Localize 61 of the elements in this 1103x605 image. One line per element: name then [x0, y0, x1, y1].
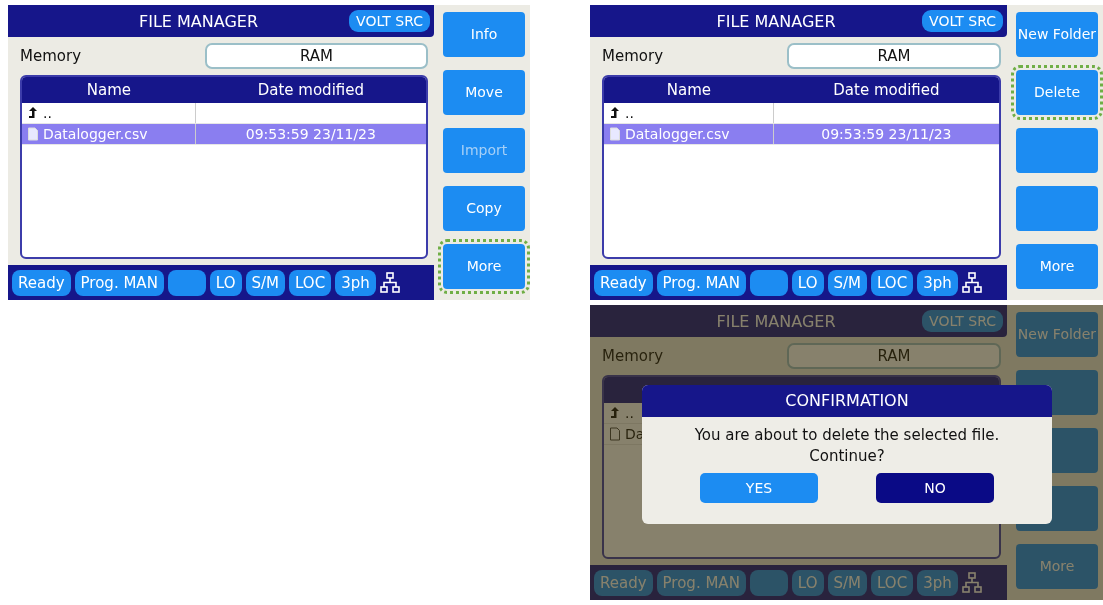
mode-badge: VOLT SRC [922, 10, 1003, 32]
file-icon [27, 127, 39, 141]
up-arrow-icon [609, 406, 621, 420]
column-header: Name [85, 80, 132, 101]
softkey-button[interactable]: Delete [1011, 65, 1103, 120]
memory-field[interactable]: RAM [787, 43, 1001, 69]
memory-label: Memory [602, 47, 664, 65]
network-icon [961, 571, 982, 594]
softkey-button[interactable]: More [438, 239, 530, 294]
status-indicator: LOC [871, 269, 914, 296]
dialog-message: You are about to delete the selected file. Continue? [694, 425, 1000, 467]
column-header: Date modified [256, 80, 365, 101]
file-name: Datalogger.csv [43, 126, 148, 142]
file-name: Datalogger.csv [625, 126, 730, 142]
column-header: Date modified [832, 80, 941, 101]
file-name: .. [625, 105, 634, 121]
memory-field[interactable]: RAM [205, 43, 428, 69]
date-modified: 09:53:59 23/11/23 [245, 126, 376, 142]
dialog-title: CONFIRMATION [642, 385, 1052, 417]
status-indicator [749, 269, 788, 296]
status-indicator: Ready [594, 269, 653, 296]
status-indicator: Ready [594, 569, 653, 596]
up-arrow-icon [27, 106, 39, 120]
status-indicator: LOC [871, 569, 914, 596]
status-indicator [749, 569, 788, 596]
memory-field[interactable]: RAM [787, 343, 1001, 369]
screen-title: FILE MANAGER [138, 11, 260, 31]
file-icon [609, 127, 621, 141]
mode-badge: VOLT SRC [349, 10, 430, 32]
status-indicator: Ready [12, 269, 71, 296]
status-indicator: LOC [289, 269, 332, 296]
date-modified: 09:53:59 23/11/23 [821, 126, 952, 142]
status-indicator: S/M [827, 569, 868, 596]
screen-title: FILE MANAGER [715, 11, 837, 31]
status-indicator: 3ph [335, 269, 376, 296]
dialog-button[interactable]: YES [700, 473, 818, 503]
network-icon [379, 271, 400, 294]
status-indicator: LO [791, 269, 824, 296]
status-indicator: Prog. MAN [74, 269, 164, 296]
column-header: Name [665, 80, 713, 101]
status-indicator: Prog. MAN [656, 269, 746, 296]
status-indicator [167, 269, 206, 296]
network-icon [961, 271, 982, 294]
status-indicator: Prog. MAN [656, 569, 746, 596]
file-row[interactable]: Datalogger.csv 09:53:59 23/11/23 [604, 124, 999, 145]
screen-title: FILE MANAGER [715, 311, 837, 331]
status-indicator: S/M [827, 269, 868, 296]
memory-label: Memory [20, 47, 82, 65]
status-indicator: 3ph [917, 569, 958, 596]
file-name: .. [43, 105, 52, 121]
mode-badge: VOLT SRC [922, 310, 1003, 332]
dialog-button[interactable]: NO [876, 473, 994, 503]
status-indicator: LO [209, 269, 242, 296]
file-name: .. [625, 405, 634, 421]
up-arrow-icon [609, 106, 621, 120]
memory-label: Memory [602, 347, 664, 365]
status-indicator: S/M [245, 269, 286, 296]
status-indicator: 3ph [917, 269, 958, 296]
file-icon [609, 427, 621, 441]
status-indicator: LO [791, 569, 824, 596]
file-row[interactable]: Datalogger.csv 09:53:59 23/11/23 [22, 124, 426, 145]
